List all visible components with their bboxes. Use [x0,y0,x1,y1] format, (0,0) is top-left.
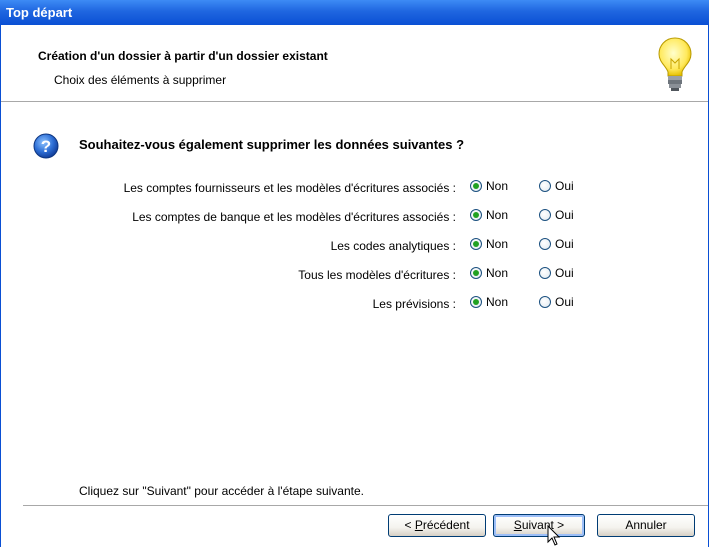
option-label: Tous les modèles d'écritures : [298,268,456,282]
radio-empty-icon [539,209,551,221]
radio-selected-icon [470,209,482,221]
radio-oui[interactable]: Oui [539,295,574,309]
radio-selected-icon [470,296,482,308]
radio-non[interactable]: Non [470,179,508,193]
svg-text:?: ? [41,137,51,156]
option-row-analytiques: Les codes analytiques : Non Oui [1,236,708,256]
window-title: Top départ [6,5,73,20]
footer-divider [23,505,708,506]
mouse-cursor-icon [547,525,561,546]
next-button[interactable]: Suivant > [493,514,585,537]
question-text: Souhaitez-vous également supprimer les d… [79,137,465,152]
question-icon: ? [33,133,59,159]
title-bar: Top départ [0,0,709,25]
header-title: Création d'un dossier à partir d'un doss… [38,49,328,63]
radio-non[interactable]: Non [470,266,508,280]
option-label: Les prévisions : [372,297,456,311]
header-subtitle: Choix des éléments à supprimer [54,73,227,87]
lightbulb-icon [658,37,692,91]
option-label: Les comptes fournisseurs et les modèles … [123,181,456,195]
radio-selected-icon [470,180,482,192]
option-row-fournisseurs: Les comptes fournisseurs et les modèles … [1,178,708,198]
radio-oui[interactable]: Oui [539,208,574,222]
option-label: Les codes analytiques : [330,239,456,253]
option-row-previsions: Les prévisions : Non Oui [1,294,708,314]
radio-oui[interactable]: Oui [539,237,574,251]
radio-empty-icon [539,238,551,250]
radio-non[interactable]: Non [470,295,508,309]
option-row-banque: Les comptes de banque et les modèles d'é… [1,207,708,227]
radio-oui[interactable]: Oui [539,179,574,193]
previous-button[interactable]: < Précédent [388,514,486,537]
radio-empty-icon [539,180,551,192]
cancel-button[interactable]: Annuler [597,514,695,537]
radio-empty-icon [539,267,551,279]
wizard-window: Création d'un dossier à partir d'un doss… [0,25,709,547]
option-row-modeles: Tous les modèles d'écritures : Non Oui [1,265,708,285]
radio-empty-icon [539,296,551,308]
footer-hint: Cliquez sur "Suivant" pour accéder à l'é… [79,484,364,498]
radio-non[interactable]: Non [470,237,508,251]
wizard-header: Création d'un dossier à partir d'un doss… [1,25,708,102]
radio-oui[interactable]: Oui [539,266,574,280]
option-label: Les comptes de banque et les modèles d'é… [132,210,456,224]
radio-selected-icon [470,238,482,250]
radio-non[interactable]: Non [470,208,508,222]
radio-selected-icon [470,267,482,279]
